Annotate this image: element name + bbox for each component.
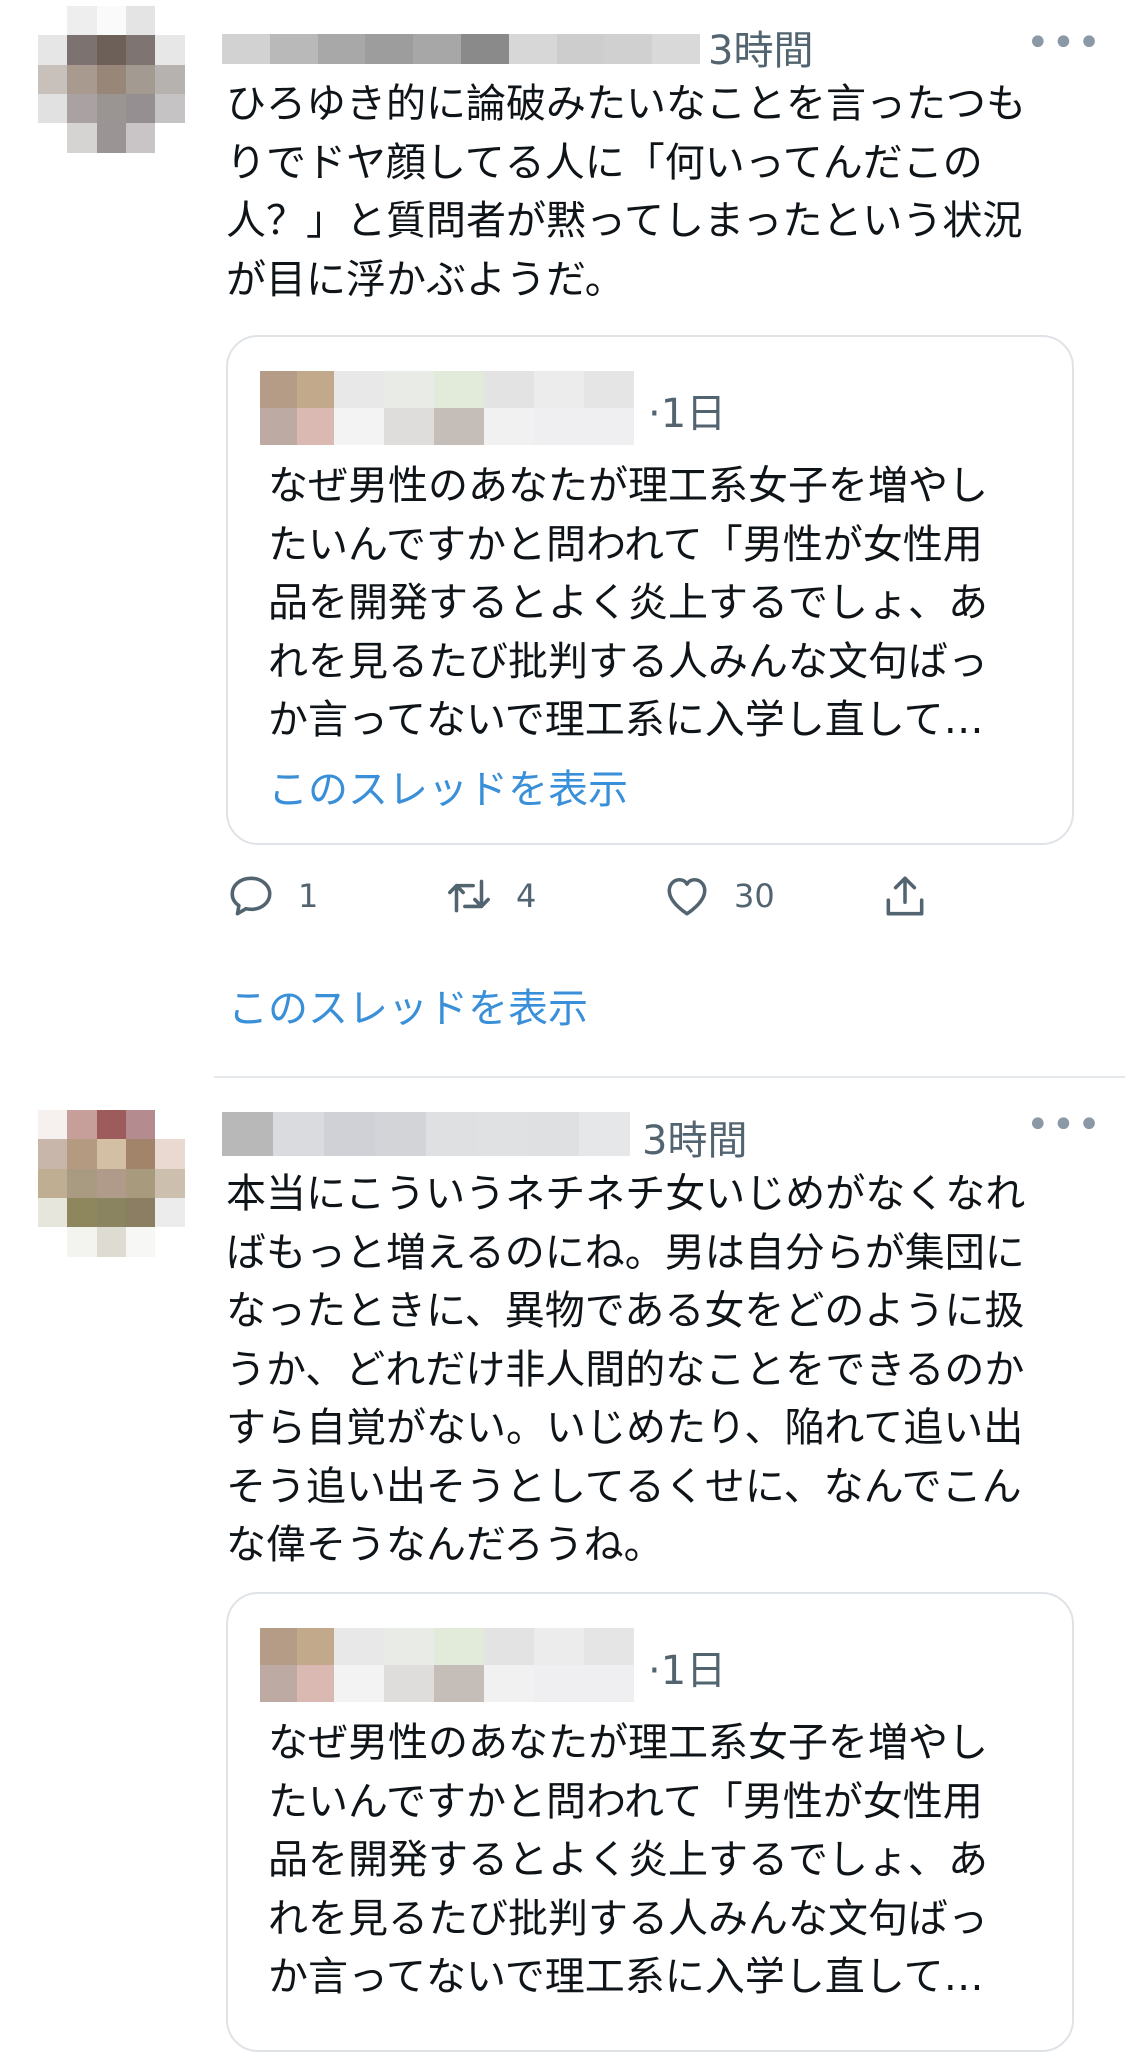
quoted-text: なぜ男性のあなたが理工系女子を増やし たいんですかと問われて「男性が女性用 品を…: [268, 463, 988, 743]
author-name-blurred[interactable]: [222, 1112, 630, 1156]
tweet-text: ひろゆき的に論破みたいなことを言ったつも りでドヤ顔してる人に「何いってんだこの…: [226, 81, 1026, 303]
retweet-button[interactable]: 4: [444, 866, 536, 926]
show-thread-link[interactable]: このスレッドを表示: [228, 976, 588, 1034]
reply-button[interactable]: 1: [226, 866, 318, 926]
like-count: 30: [734, 877, 775, 915]
quoted-avatar: [260, 1628, 334, 1702]
tweet-2[interactable]: 3時間 ••• 本当にこういうネチネチ女いじめがなくなれ ばもっと増えるのにね。…: [0, 1080, 1125, 2052]
avatar[interactable]: [38, 6, 214, 182]
quoted-timestamp: ·1日: [648, 391, 727, 437]
like-button[interactable]: 30: [662, 866, 775, 926]
quoted-show-thread-link[interactable]: このスレッドを表示: [268, 757, 628, 815]
author-name-blurred[interactable]: [222, 34, 700, 64]
retweet-count: 4: [516, 877, 537, 915]
share-button[interactable]: [880, 866, 930, 926]
reply-count: 1: [298, 877, 319, 915]
quoted-timestamp: ·1日: [648, 1648, 727, 1694]
tweet-actions: 1 4 30: [226, 866, 986, 926]
quoted-author-name-blurred: [334, 371, 634, 445]
reply-icon: [230, 876, 272, 916]
quoted-tweet[interactable]: ·1日 なぜ男性のあなたが理工系女子を増やし たいんですかと問われて「男性が女性…: [226, 335, 1074, 845]
share-icon: [886, 876, 924, 916]
quoted-tweet[interactable]: ·1日 なぜ男性のあなたが理工系女子を増やし たいんですかと問われて「男性が女性…: [226, 1592, 1074, 2052]
tweet-1[interactable]: 3時間 ••• ひろゆき的に論破みたいなことを言ったつも りでドヤ顔してる人に「…: [0, 0, 1125, 1070]
timestamp[interactable]: 3時間: [708, 18, 813, 76]
quoted-avatar: [260, 371, 334, 445]
quoted-author-name-blurred: [334, 1628, 634, 1702]
more-icon[interactable]: •••: [1026, 20, 1103, 66]
avatar[interactable]: [38, 1110, 214, 1286]
like-icon: [667, 877, 707, 916]
more-icon[interactable]: •••: [1026, 1102, 1103, 1148]
tweet-divider: [214, 1076, 1125, 1078]
tweet-text: 本当にこういうネチネチ女いじめがなくなれ ばもっと増えるのにね。男は自分らが集団…: [226, 1171, 1026, 1568]
timestamp[interactable]: 3時間: [642, 1108, 747, 1166]
quoted-text: なぜ男性のあなたが理工系女子を増やし たいんですかと問われて「男性が女性用 品を…: [268, 1720, 988, 2000]
retweet-icon: [448, 879, 490, 913]
